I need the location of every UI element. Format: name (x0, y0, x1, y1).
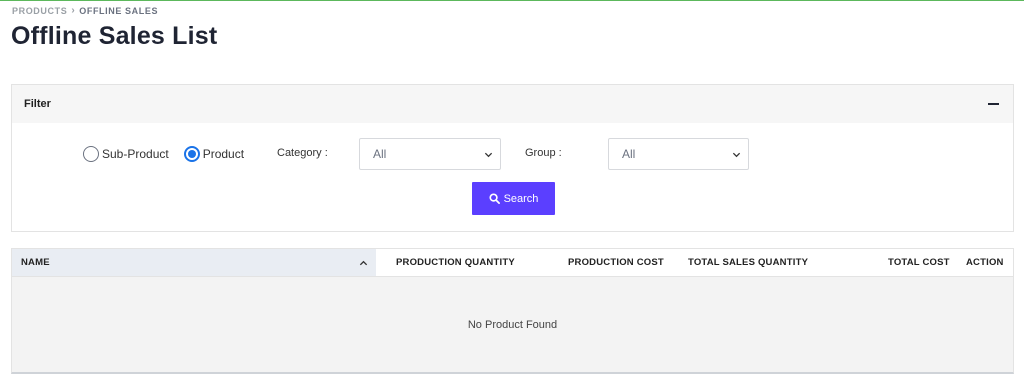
radio-circle-checked[interactable] (183, 146, 200, 162)
search-button-label: Search (503, 192, 539, 205)
column-header-action[interactable]: ACTION (966, 249, 1004, 276)
category-select[interactable]: All (359, 138, 501, 170)
table-header: NAME PRODUCTION QUANTITY PRODUCTION COST… (12, 249, 1013, 277)
minus-icon[interactable] (988, 103, 999, 105)
column-header-production-cost[interactable]: PRODUCTION COST (568, 249, 664, 276)
product-type-radio-group: Sub-Product Product (83, 146, 259, 162)
radio-circle[interactable] (83, 146, 99, 162)
sort-up-icon[interactable] (359, 260, 368, 266)
sales-table: NAME PRODUCTION QUANTITY PRODUCTION COST… (11, 248, 1014, 374)
column-header-total-sales-quantity[interactable]: TOTAL SALES QUANTITY (688, 249, 808, 276)
empty-table-message: No Product Found (467, 319, 558, 331)
column-header-production-quantity[interactable]: PRODUCTION QUANTITY (396, 249, 515, 276)
column-header-name-label: NAME (21, 257, 50, 268)
column-header-total-cost[interactable]: TOTAL COST (888, 249, 950, 276)
breadcrumb-products[interactable]: PRODUCTS (12, 6, 67, 16)
search-icon (489, 193, 500, 204)
filter-title: Filter (24, 98, 51, 110)
top-accent-line (0, 0, 1024, 1)
chevron-down-icon (484, 152, 493, 157)
filter-panel: Filter Sub-Product Product Category : Al… (11, 84, 1014, 232)
page-title: Offline Sales List (11, 22, 218, 50)
chevron-right-icon: › (71, 5, 76, 16)
breadcrumb-offline-sales: OFFLINE SALES (79, 5, 159, 16)
column-header-name[interactable]: NAME (12, 249, 376, 276)
filter-header: Filter (12, 85, 1013, 123)
group-select-value: All (622, 147, 636, 161)
category-select-value: All (373, 147, 387, 161)
radio-sub-product-label: Sub-Product (102, 147, 169, 161)
radio-sub-product[interactable]: Sub-Product (83, 146, 169, 162)
search-button[interactable]: Search (472, 182, 555, 215)
category-label: Category : (277, 147, 328, 159)
group-select[interactable]: All (608, 138, 749, 170)
radio-product-label: Product (202, 147, 245, 161)
breadcrumb: PRODUCTS › OFFLINE SALES (12, 5, 158, 16)
group-label: Group : (525, 147, 562, 159)
radio-product[interactable]: Product (183, 146, 245, 162)
chevron-down-icon (732, 152, 741, 157)
